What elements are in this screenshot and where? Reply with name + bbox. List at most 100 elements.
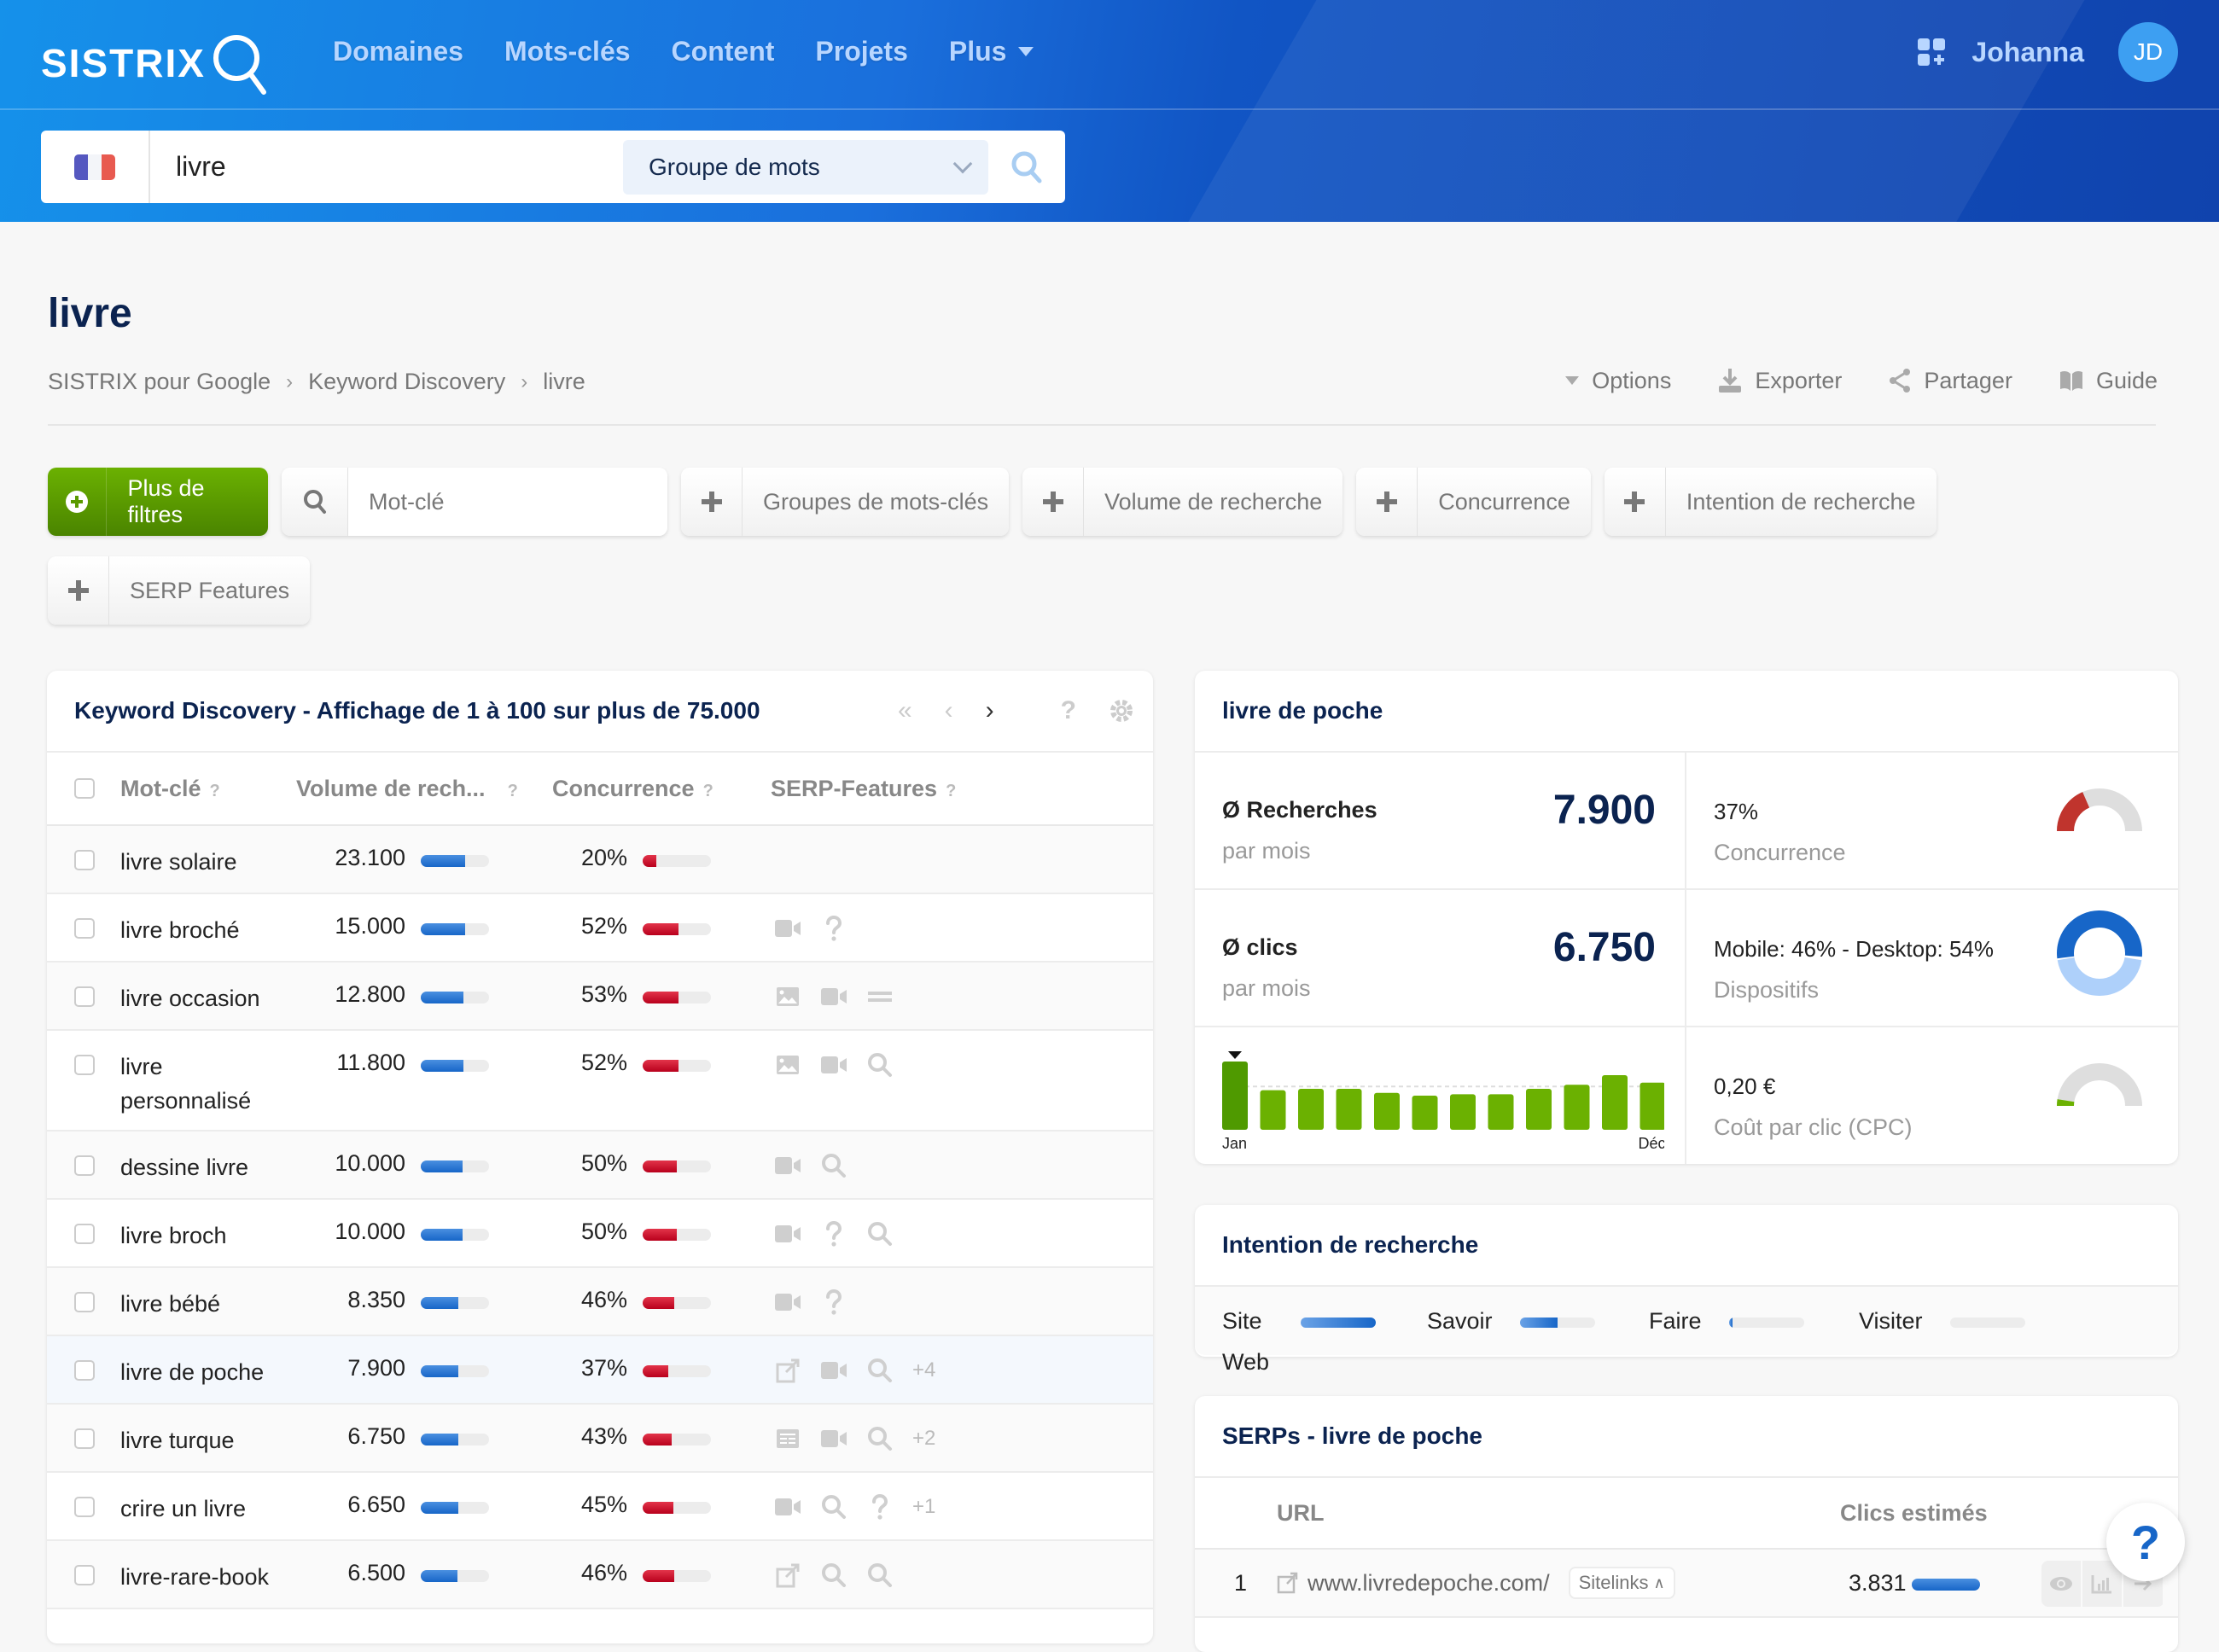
video-icon[interactable] bbox=[774, 1493, 801, 1521]
nav-plus[interactable]: Plus bbox=[949, 36, 1034, 67]
row-checkbox[interactable] bbox=[74, 1497, 95, 1517]
video-icon[interactable] bbox=[820, 1051, 847, 1079]
month-bar[interactable] bbox=[1298, 1089, 1324, 1130]
first-page-icon[interactable]: « bbox=[898, 696, 912, 725]
keyword-filter-input[interactable]: Mot-clé bbox=[348, 468, 667, 536]
breadcrumb-item[interactable]: SISTRIX pour Google bbox=[48, 369, 271, 395]
column-competition[interactable]: Concurrence? bbox=[552, 776, 771, 802]
table-row[interactable]: livre broché 15.000 52% bbox=[47, 894, 1153, 963]
more-features[interactable]: +1 bbox=[912, 1495, 935, 1519]
video-icon[interactable] bbox=[774, 915, 801, 942]
help-button[interactable]: ? bbox=[2106, 1503, 2185, 1581]
row-checkbox[interactable] bbox=[74, 1292, 95, 1312]
prev-page-icon[interactable]: ‹ bbox=[945, 696, 953, 725]
guide-button[interactable]: Guide bbox=[2059, 368, 2158, 394]
apps-add-icon[interactable] bbox=[1917, 38, 1946, 67]
search-icon[interactable] bbox=[866, 1051, 894, 1079]
export-button[interactable]: Exporter bbox=[1717, 367, 1842, 394]
month-bar[interactable] bbox=[1374, 1093, 1400, 1130]
video-icon[interactable] bbox=[820, 1425, 847, 1452]
month-bar[interactable] bbox=[1222, 1062, 1248, 1130]
column-volume[interactable]: Volume de rech...? bbox=[296, 776, 552, 802]
row-checkbox[interactable] bbox=[74, 1224, 95, 1244]
search-mode-select[interactable]: Groupe de mots bbox=[623, 140, 988, 195]
list-icon[interactable] bbox=[866, 983, 894, 1010]
month-bar[interactable] bbox=[1261, 1091, 1286, 1130]
sitelinks-toggle[interactable]: Sitelinks∧ bbox=[1569, 1567, 1675, 1599]
column-keyword[interactable]: Mot-clé? bbox=[95, 776, 296, 802]
table-row[interactable]: livre broch 10.000 50% bbox=[47, 1200, 1153, 1268]
table-row[interactable]: livre bébé 8.350 46% bbox=[47, 1268, 1153, 1336]
search-input[interactable] bbox=[150, 131, 623, 203]
keyword-cell[interactable]: livre occasion bbox=[95, 963, 291, 1027]
table-row[interactable]: livre occasion 12.800 53% bbox=[47, 963, 1153, 1031]
external-link-icon[interactable] bbox=[774, 1357, 801, 1384]
row-checkbox[interactable] bbox=[74, 986, 95, 1007]
filter-chip-serp-features[interactable]: SERP Features bbox=[48, 556, 310, 625]
row-checkbox[interactable] bbox=[74, 850, 95, 870]
question-icon[interactable] bbox=[820, 915, 847, 942]
filter-chip-keyword-groups[interactable]: Groupes de mots-clés bbox=[681, 468, 1009, 536]
filter-chip-competition[interactable]: Concurrence bbox=[1356, 468, 1591, 536]
keyword-filter[interactable]: Mot-clé bbox=[282, 468, 667, 536]
help-icon[interactable]: ? bbox=[703, 782, 713, 800]
table-row[interactable]: livre turque 6.750 43% +2 bbox=[47, 1405, 1153, 1473]
help-icon[interactable]: ? bbox=[508, 782, 518, 800]
image-icon[interactable] bbox=[774, 983, 801, 1010]
breadcrumb-item[interactable]: Keyword Discovery bbox=[308, 369, 505, 395]
help-icon[interactable]: ? bbox=[210, 782, 220, 800]
gear-icon[interactable] bbox=[1109, 698, 1134, 724]
row-checkbox[interactable] bbox=[74, 1055, 95, 1075]
month-bar[interactable] bbox=[1640, 1083, 1665, 1130]
column-url[interactable]: URL bbox=[1277, 1500, 1325, 1527]
search-icon[interactable] bbox=[866, 1425, 894, 1452]
avatar[interactable]: JD bbox=[2118, 22, 2178, 82]
next-page-icon[interactable]: › bbox=[986, 696, 994, 725]
share-button[interactable]: Partager bbox=[1888, 368, 2012, 394]
search-icon[interactable] bbox=[866, 1357, 894, 1384]
question-icon[interactable] bbox=[866, 1493, 894, 1521]
sistrix-logo[interactable]: SISTRIX bbox=[41, 31, 271, 96]
keyword-cell[interactable]: livre turque bbox=[95, 1405, 291, 1469]
table-row[interactable]: livre-rare-book 6.500 46% bbox=[47, 1541, 1153, 1609]
image-icon[interactable] bbox=[774, 1051, 801, 1079]
video-icon[interactable] bbox=[820, 1357, 847, 1384]
select-all-checkbox[interactable] bbox=[74, 778, 95, 799]
question-icon[interactable] bbox=[820, 1288, 847, 1316]
question-icon[interactable] bbox=[820, 1220, 847, 1248]
search-icon[interactable] bbox=[820, 1152, 847, 1179]
month-bar[interactable] bbox=[1337, 1089, 1362, 1130]
row-checkbox[interactable] bbox=[74, 1428, 95, 1449]
help-icon[interactable]: ? bbox=[946, 782, 956, 800]
month-bar[interactable] bbox=[1602, 1075, 1628, 1130]
video-icon[interactable] bbox=[774, 1220, 801, 1248]
video-icon[interactable] bbox=[774, 1288, 801, 1316]
nav-content[interactable]: Content bbox=[672, 36, 775, 67]
nav-mots-cles[interactable]: Mots-clés bbox=[504, 36, 631, 67]
month-bar[interactable] bbox=[1450, 1094, 1476, 1130]
filter-chip-search-volume[interactable]: Volume de recherche bbox=[1022, 468, 1342, 536]
row-checkbox[interactable] bbox=[74, 1155, 95, 1176]
keyword-cell[interactable]: crire un livre bbox=[95, 1473, 291, 1538]
video-icon[interactable] bbox=[774, 1152, 801, 1179]
keyword-cell[interactable]: livre personnalisé bbox=[95, 1031, 291, 1130]
nav-domaines[interactable]: Domaines bbox=[333, 36, 463, 67]
keyword-cell[interactable]: livre broch bbox=[95, 1200, 291, 1265]
options-button[interactable]: Options bbox=[1564, 368, 1671, 394]
serp-url[interactable]: www.livredepoche.com/ bbox=[1308, 1570, 1550, 1597]
table-row[interactable]: livre personnalisé 11.800 52% bbox=[47, 1031, 1153, 1131]
country-selector[interactable] bbox=[41, 131, 150, 203]
more-features[interactable]: +4 bbox=[912, 1358, 935, 1382]
search-icon[interactable] bbox=[866, 1562, 894, 1589]
keyword-cell[interactable]: livre-rare-book bbox=[95, 1541, 291, 1606]
table-row[interactable]: crire un livre 6.650 45% +1 bbox=[47, 1473, 1153, 1541]
search-icon[interactable] bbox=[820, 1562, 847, 1589]
user-name[interactable]: Johanna bbox=[1971, 37, 2084, 68]
row-checkbox[interactable] bbox=[74, 1565, 95, 1585]
external-link-icon[interactable] bbox=[1277, 1570, 1299, 1596]
search-icon[interactable] bbox=[820, 1493, 847, 1521]
table-icon[interactable] bbox=[774, 1425, 801, 1452]
keyword-cell[interactable]: livre solaire bbox=[95, 826, 291, 891]
keyword-cell[interactable]: livre de poche bbox=[95, 1336, 291, 1401]
row-checkbox[interactable] bbox=[74, 1360, 95, 1381]
